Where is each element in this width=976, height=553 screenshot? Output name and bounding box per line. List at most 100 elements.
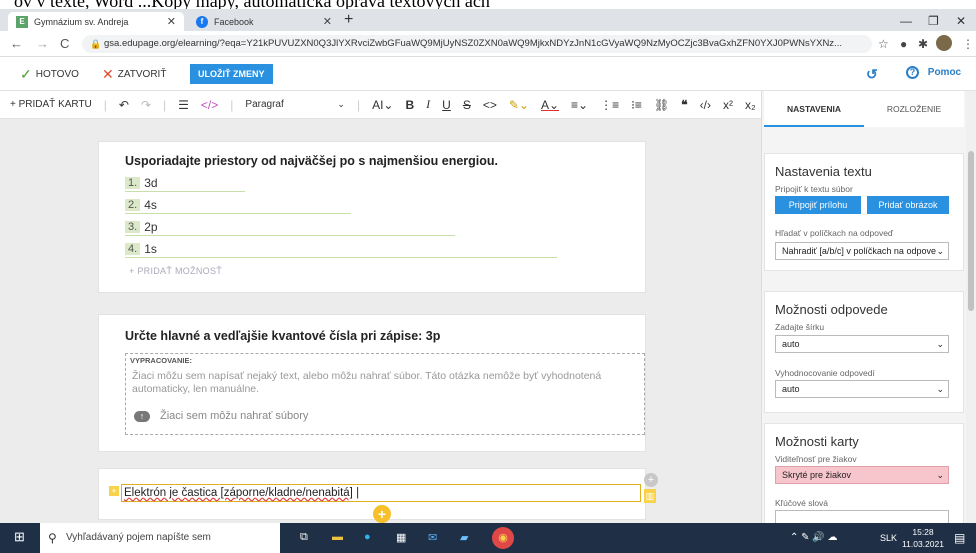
field-label: Vyhodnocovanie odpovedí — [775, 368, 875, 378]
chevron-down-icon: ⌄ — [936, 339, 944, 349]
browser-tabbar: E Gymnázium sv. Andreja ✕ f Facebook ✕ +… — [0, 9, 976, 31]
windows-start-icon[interactable]: ⊞ — [14, 529, 25, 545]
highlight-icon[interactable]: ✎⌄ — [509, 98, 529, 112]
help-icon: ? — [906, 66, 919, 79]
scrollbar[interactable] — [966, 91, 976, 523]
font-size-icon[interactable]: AI⌄ — [372, 98, 393, 112]
inline-code-icon[interactable]: <> — [483, 98, 497, 112]
clock[interactable]: 15:28 11.03.2021 — [902, 526, 944, 550]
trash-icon[interactable]: ▥ — [644, 489, 656, 503]
new-tab-button[interactable]: + — [344, 11, 353, 29]
ordered-list-icon[interactable]: ⋮≡ — [600, 98, 619, 112]
paragraph-select[interactable]: Paragraf — [245, 99, 325, 110]
close-editor-button[interactable]: ✕ ZATVORIŤ — [102, 66, 166, 83]
search-answer-select[interactable]: Nahradiť [a/b/c] v políčkach na odpove ⌄ — [775, 242, 949, 260]
question-card-fill[interactable]: + + Elektrón je častica [záporne/kladne/… — [98, 468, 658, 523]
list-item[interactable]: 2. 4s — [125, 196, 157, 214]
url-input[interactable]: 🔒 gsa.edupage.org/elearning/?eqa=Y21kPUV… — [82, 35, 872, 53]
clock-date: 11.03.2021 — [902, 539, 944, 549]
panel-title: Možnosti karty — [775, 434, 859, 449]
maximize-button[interactable]: ❐ — [928, 14, 939, 28]
code-block-icon[interactable]: ‹/› — [700, 98, 711, 112]
profile-avatar[interactable] — [936, 35, 952, 51]
photos-icon[interactable]: ▰ — [460, 531, 468, 544]
store-icon[interactable]: ▦ — [396, 531, 406, 544]
chrome-icon[interactable]: ◉ — [492, 527, 514, 549]
bullet-list-icon[interactable]: ⁝≡ — [631, 98, 642, 112]
close-window-button[interactable]: ✕ — [956, 14, 966, 28]
quote-icon[interactable]: ❝ — [681, 98, 687, 112]
close-icon[interactable]: ✕ — [323, 15, 332, 28]
question-title[interactable]: Určte hlavné a vedľajšie kvantové čísla … — [125, 329, 440, 343]
field-label: Kľúčové slová — [775, 498, 829, 508]
strikethrough-icon[interactable]: S — [463, 98, 471, 112]
link-icon[interactable]: ⛓ — [654, 98, 669, 112]
close-icon[interactable]: ✕ — [167, 15, 176, 28]
scrollbar-thumb[interactable] — [968, 151, 974, 311]
mail-icon[interactable]: ✉ — [428, 531, 437, 544]
done-label: HOTOVO — [35, 69, 79, 80]
tab-gymnazium[interactable]: E Gymnázium sv. Andreja ✕ — [8, 12, 184, 31]
divider: | — [230, 97, 234, 112]
reload-icon[interactable]: C — [60, 36, 69, 51]
visibility-select[interactable]: Skryté pre žiakov ⌄ — [775, 466, 949, 484]
tab-settings[interactable]: NASTAVENIA — [764, 91, 864, 127]
field-label: Pripojiť k textu súbor — [775, 184, 853, 194]
upload-label: Žiaci sem môžu nahrať súbory — [160, 410, 309, 422]
menu-icon[interactable]: ⋮ — [962, 37, 974, 51]
task-view-icon[interactable]: ⧉ — [300, 531, 308, 544]
search-placeholder: Vyhľadávaný pojem napíšte sem — [66, 532, 211, 543]
drag-handle-icon[interactable]: + — [109, 486, 119, 496]
keywords-input[interactable] — [775, 510, 949, 523]
evaluation-select[interactable]: auto ⌄ — [775, 380, 949, 398]
redo-icon[interactable]: ↷ — [141, 98, 151, 112]
question-card-ordering[interactable]: Usporiadajte priestory od najväčšej po s… — [98, 141, 646, 293]
attach-file-button[interactable]: Pripojiť prílohu — [775, 196, 861, 214]
add-icon[interactable]: + — [644, 473, 658, 487]
address-bar-row: ← → C 🔒 gsa.edupage.org/elearning/?eqa=Y… — [0, 31, 976, 57]
save-changes-button[interactable]: ULOŽIŤ ZMENY — [190, 64, 273, 84]
code-view-icon[interactable]: </> — [201, 98, 218, 112]
forward-icon[interactable]: → — [36, 36, 49, 51]
align-icon[interactable]: ≡⌄ — [571, 98, 588, 112]
tray-icons[interactable]: ⌃ ✎ 🔊 ☁ — [790, 532, 838, 543]
list-item[interactable]: 3. 2p — [125, 218, 158, 236]
text-color-icon[interactable]: A⌄ — [541, 98, 559, 112]
superscript-icon[interactable]: x² — [723, 98, 733, 112]
subscript-icon[interactable]: x₂ — [745, 98, 756, 112]
add-image-button[interactable]: Pridať obrázok — [867, 196, 949, 214]
done-button[interactable]: ✓ HOTOVO — [20, 66, 79, 83]
chevron-down-icon[interactable]: ⌄ — [337, 99, 345, 110]
add-card-button[interactable]: + PRIDAŤ KARTU — [10, 99, 92, 110]
taskbar-search-input[interactable]: ⚲ Vyhľadávaný pojem napíšte sem — [40, 523, 280, 553]
extension-icon[interactable]: ● — [900, 37, 907, 51]
file-explorer-icon[interactable]: ▬ — [332, 531, 343, 543]
bold-icon[interactable]: B — [405, 98, 414, 112]
language-indicator[interactable]: SLK — [880, 533, 897, 543]
fill-text-input[interactable]: Elektrón je častica [záporne/kladne/nena… — [121, 484, 641, 502]
width-select[interactable]: auto ⌄ — [775, 335, 949, 353]
star-icon[interactable]: ☆ — [878, 37, 889, 51]
list-item[interactable]: 1. 3d — [125, 174, 158, 192]
divider: | — [356, 97, 361, 112]
notification-icon[interactable]: ▤ — [954, 531, 965, 545]
add-card-icon[interactable]: + — [373, 505, 391, 523]
underline-icon[interactable]: U — [442, 98, 451, 112]
undo-icon[interactable]: ↶ — [119, 98, 129, 112]
help-button[interactable]: ? Pomoc — [906, 66, 961, 79]
question-card-open[interactable]: Určte hlavné a vedľajšie kvantové čísla … — [98, 314, 646, 452]
undo-icon[interactable]: ↺ — [866, 66, 878, 83]
tab-facebook[interactable]: f Facebook ✕ — [188, 12, 340, 31]
puzzle-icon[interactable]: ✱ — [918, 37, 928, 51]
block-icon[interactable]: ☰ — [178, 98, 189, 112]
question-title[interactable]: Usporiadajte priestory od najväčšej po s… — [125, 154, 498, 168]
back-icon[interactable]: ← — [10, 36, 23, 51]
add-option-button[interactable]: + PRIDAŤ MOŽNOSŤ — [129, 266, 222, 276]
edge-icon[interactable]: ● — [364, 531, 371, 543]
facebook-icon: f — [196, 15, 208, 28]
minimize-button[interactable]: — — [900, 14, 912, 28]
list-item[interactable]: 4. 1s — [125, 240, 157, 258]
tab-layout[interactable]: ROZLOŽENIE — [864, 91, 964, 127]
upload-area[interactable]: ↑ Žiaci sem môžu nahrať súbory — [134, 410, 308, 422]
italic-icon[interactable]: I — [426, 97, 430, 112]
